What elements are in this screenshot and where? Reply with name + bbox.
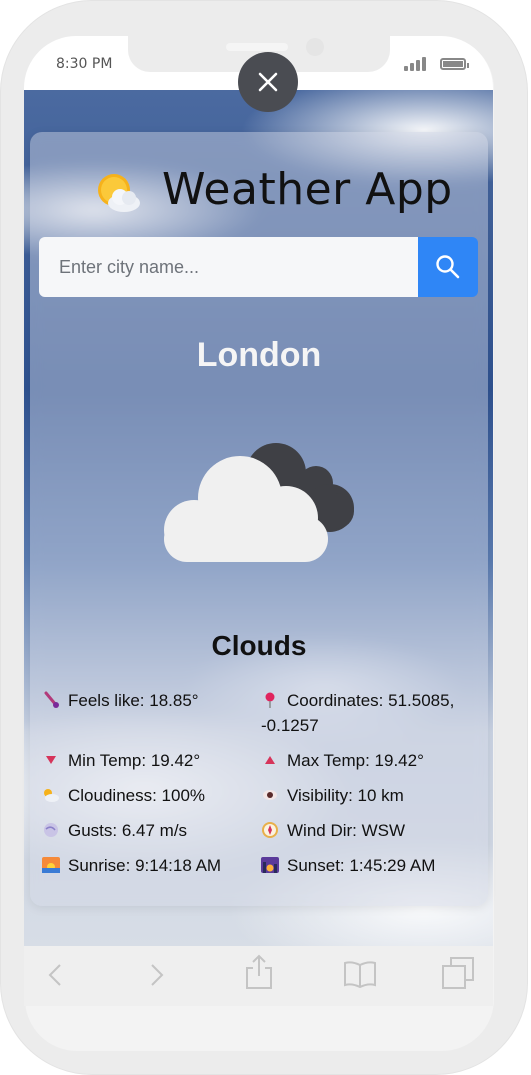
search-bar: [39, 237, 478, 297]
detail-sunset: Sunset: 1:45:29 AM: [261, 853, 435, 878]
sunrise-icon: [42, 857, 60, 873]
cloud-icon: [44, 789, 59, 802]
sunrise-text: Sunrise: 9:14:18 AM: [68, 856, 222, 875]
bookmarks-icon[interactable]: [343, 960, 377, 988]
detail-coordinates: Coordinates: 51.5085, -0.1257: [261, 688, 471, 738]
sunset-icon: [261, 857, 279, 873]
detail-max-temp: Max Temp: 19.42°: [261, 748, 424, 773]
search-icon: [436, 255, 460, 279]
thermometer-icon: [44, 691, 59, 708]
signal-icon: [404, 57, 430, 71]
detail-visibility: Visibility: 10 km: [261, 783, 404, 808]
detail-min-temp: Min Temp: 19.42°: [42, 748, 200, 773]
weather-condition: Clouds: [211, 630, 307, 661]
compass-icon: [262, 822, 278, 838]
detail-wind-dir: Wind Dir: WSW: [261, 818, 405, 843]
detail-cloudiness: Cloudiness: 100%: [42, 783, 205, 808]
sun-behind-cloud-icon: [98, 174, 140, 212]
forward-icon[interactable]: [148, 962, 166, 988]
max-temp-text: Max Temp: 19.42°: [287, 751, 424, 770]
min-temp-text: Min Temp: 19.42°: [68, 751, 201, 770]
feels-like-text: Feels like: 18.85°: [68, 691, 199, 710]
status-time: 8:30 PM: [56, 56, 113, 72]
triangle-up-icon: [265, 756, 275, 764]
wind-dir-text: Wind Dir: WSW: [287, 821, 406, 840]
back-icon[interactable]: [46, 962, 64, 988]
city-name: London: [196, 336, 322, 374]
eye-icon: [263, 790, 277, 800]
speaker: [226, 43, 288, 51]
close-icon: [258, 72, 278, 92]
visibility-text: Visibility: 10 km: [287, 786, 404, 805]
detail-sunrise: Sunrise: 9:14:18 AM: [42, 853, 221, 878]
triangle-down-icon: [46, 756, 56, 764]
cloudiness-text: Cloudiness: 100%: [68, 786, 206, 805]
detail-feels-like: Feels like: 18.85°: [42, 688, 199, 713]
search-button[interactable]: [418, 237, 478, 297]
city-search-input[interactable]: [39, 237, 418, 297]
share-icon[interactable]: [245, 954, 273, 990]
camera: [306, 38, 324, 56]
sunset-text: Sunset: 1:45:29 AM: [287, 856, 436, 875]
battery-icon: [440, 58, 469, 70]
detail-gusts: Gusts: 6.47 m/s: [42, 818, 187, 843]
close-button[interactable]: [238, 52, 298, 112]
coordinates-longitude-text: -0.1257: [261, 716, 319, 735]
pushpin-icon: [265, 692, 275, 708]
wind-icon: [44, 823, 58, 837]
clouds-icon: [164, 443, 354, 562]
tabs-icon[interactable]: [441, 956, 475, 990]
app-title: Weather App: [162, 164, 453, 215]
gusts-text: Gusts: 6.47 m/s: [68, 821, 188, 840]
coordinates-text: Coordinates: 51.5085,: [287, 691, 455, 710]
